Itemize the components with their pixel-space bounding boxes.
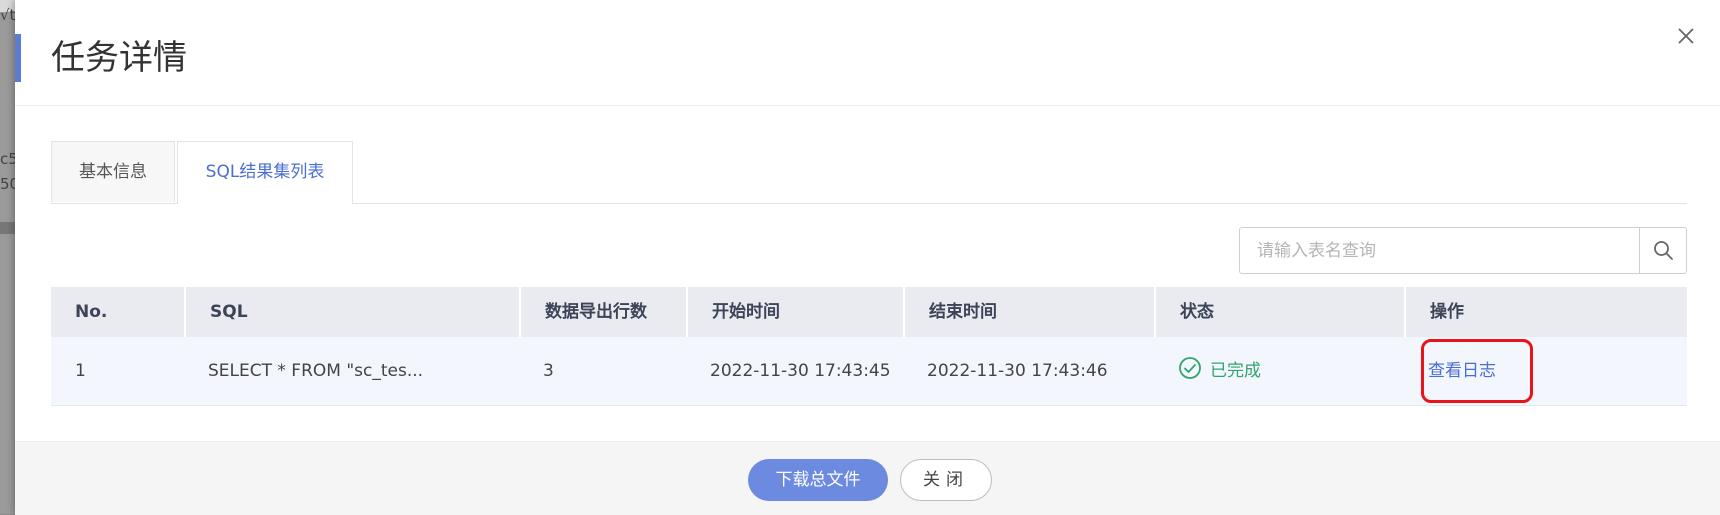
background-page: √t c5 50 (0, 0, 15, 514)
tab-sql-result-list[interactable]: SQL结果集列表 (177, 141, 353, 204)
dialog-header: 任务详情 (15, 0, 1720, 106)
cell-end-time: 2022-11-30 17:43:46 (927, 361, 1108, 381)
view-log-link[interactable]: 查看日志 (1428, 361, 1496, 381)
cell-action: 查看日志 (1404, 337, 1687, 405)
column-header-status: 状态 (1154, 287, 1404, 337)
cell-start-time: 2022-11-30 17:43:45 (710, 361, 891, 381)
close-icon[interactable] (1672, 22, 1700, 50)
search-input[interactable] (1240, 228, 1640, 273)
cell-rows-exported: 3 (543, 361, 554, 381)
column-header-action: 操作 (1404, 287, 1687, 337)
background-text-fragment: c5 (0, 150, 15, 168)
download-all-button[interactable]: 下载总文件 (748, 459, 888, 501)
background-text-fragment: 50 (0, 175, 15, 193)
title-accent-bar (15, 34, 21, 82)
column-header-rows-exported: 数据导出行数 (519, 287, 686, 337)
background-text-fragment: √t (0, 6, 15, 24)
check-circle-icon (1179, 357, 1201, 379)
close-button[interactable]: 关闭 (900, 459, 992, 501)
cell-status: 已完成 (1154, 337, 1404, 405)
background-band (0, 222, 15, 234)
search-button[interactable] (1639, 228, 1686, 273)
cell-no: 1 (75, 361, 86, 381)
column-header-no: No. (75, 302, 108, 322)
tab-bar: 基本信息 SQL结果集列表 (51, 141, 1687, 204)
sql-result-table: No. SQL 数据导出行数 开始时间 结束时间 状态 操作 1 SELECT … (51, 287, 1687, 406)
column-header-start-time: 开始时间 (686, 287, 903, 337)
search-icon (1654, 241, 1673, 260)
search-box (1239, 227, 1687, 274)
column-header-sql: SQL (184, 287, 519, 337)
task-detail-dialog: 任务详情 基本信息 SQL结果集列表 No. SQL 数据导出行数 开始时间 结… (15, 0, 1720, 515)
table-row: 1 SELECT * FROM "sc_tes... 3 2022-11-30 … (51, 337, 1687, 406)
table-header-row: No. SQL 数据导出行数 开始时间 结束时间 状态 操作 (51, 287, 1687, 337)
dialog-footer: 下载总文件 关闭 (15, 441, 1720, 515)
dialog-title: 任务详情 (51, 38, 187, 78)
cell-sql: SELECT * FROM "sc_tes... (208, 361, 424, 381)
tab-basic-info[interactable]: 基本信息 (51, 141, 175, 202)
column-header-end-time: 结束时间 (903, 287, 1154, 337)
status-text: 已完成 (1210, 361, 1261, 381)
